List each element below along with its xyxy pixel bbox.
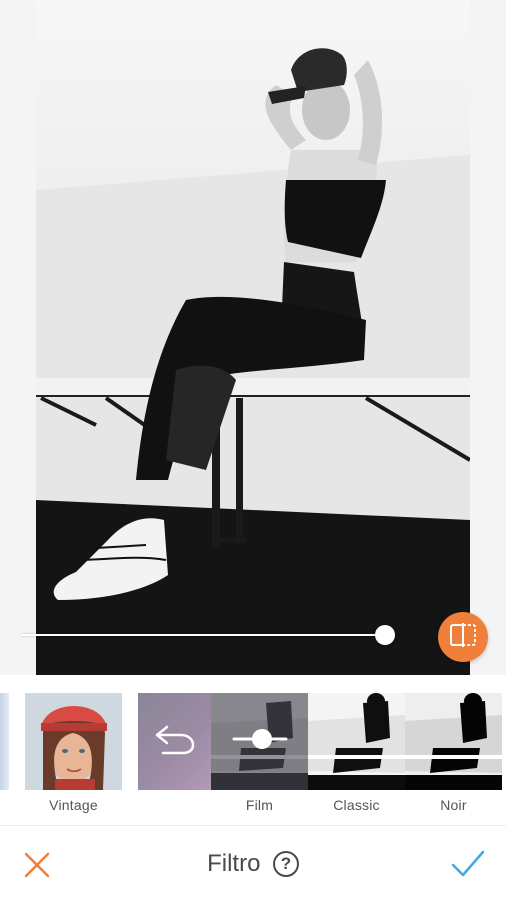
filter-selected-overlay bbox=[211, 693, 308, 790]
filter-editor-screen: Vintage Film Classic Noir Filtro ? bbox=[0, 0, 506, 900]
question-circle-icon[interactable]: ? bbox=[272, 851, 299, 877]
undo-icon bbox=[153, 721, 197, 762]
adjust-slider-icon bbox=[232, 725, 288, 758]
filter-noir-label: Noir bbox=[440, 797, 467, 813]
checkmark-icon bbox=[450, 850, 486, 884]
filter-film[interactable]: Film bbox=[211, 693, 308, 815]
edited-photo bbox=[36, 0, 470, 675]
filter-noir[interactable]: Noir bbox=[405, 693, 502, 815]
apply-button[interactable] bbox=[450, 848, 486, 880]
toolbar-title-group: Filtro ? bbox=[0, 850, 506, 880]
bottom-action-bar: Filtro ? bbox=[0, 825, 506, 900]
compare-before-after-button[interactable] bbox=[438, 612, 488, 662]
filter-vintage-thumbnail bbox=[25, 693, 122, 790]
page-title: Filtro bbox=[207, 850, 261, 877]
filter-vintage-label: Vintage bbox=[49, 797, 98, 813]
filter-vintage[interactable]: Vintage bbox=[25, 693, 122, 815]
slider-thumb[interactable] bbox=[375, 625, 395, 645]
filter-thumbnail-partial[interactable] bbox=[0, 693, 9, 790]
filter-strip: Vintage Film Classic Noir bbox=[0, 675, 506, 825]
filter-classic-thumbnail bbox=[308, 693, 405, 790]
photo-canvas bbox=[0, 0, 506, 675]
reset-filter-button[interactable] bbox=[138, 693, 211, 790]
filter-film-thumbnail bbox=[211, 693, 308, 790]
filter-classic-label: Classic bbox=[333, 797, 380, 813]
filter-classic[interactable]: Classic bbox=[308, 693, 405, 815]
filter-noir-thumbnail bbox=[405, 693, 502, 790]
filter-film-label: Film bbox=[245, 797, 274, 813]
split-compare-icon bbox=[449, 622, 477, 652]
filter-intensity-slider[interactable] bbox=[22, 625, 406, 645]
slider-track bbox=[22, 634, 392, 636]
